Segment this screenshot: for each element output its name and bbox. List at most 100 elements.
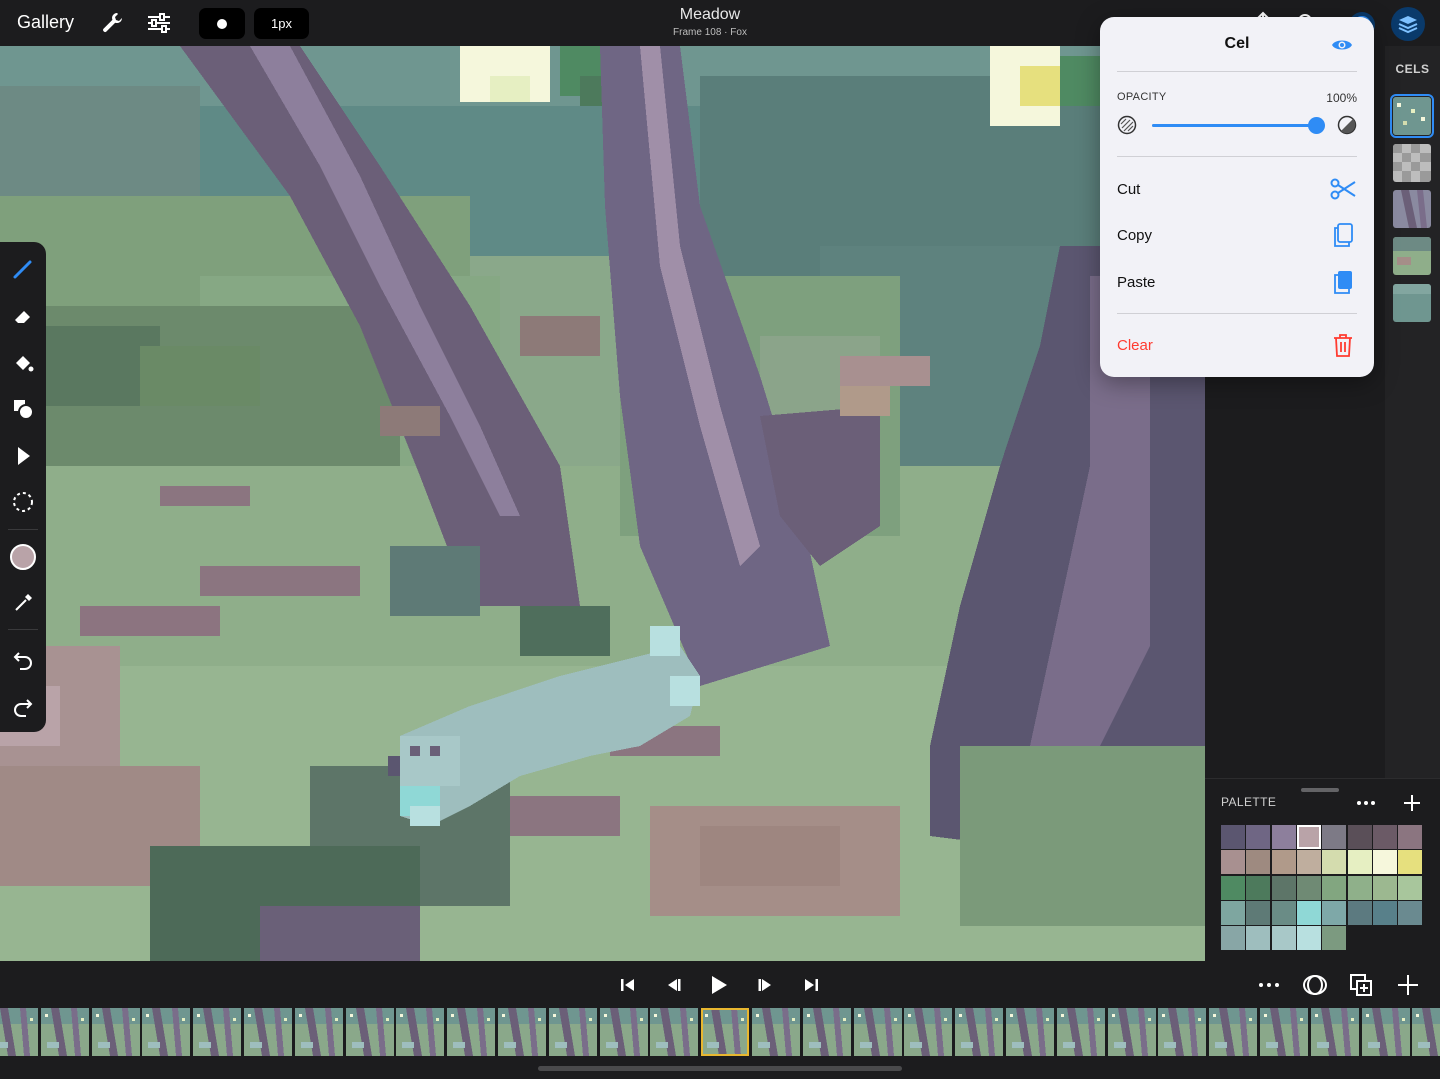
- selection-icon[interactable]: [9, 488, 37, 516]
- timeline-frame[interactable]: [955, 1008, 1003, 1056]
- palette-swatch[interactable]: [1246, 876, 1270, 900]
- timeline-frame[interactable]: [1158, 1008, 1206, 1056]
- palette-swatch[interactable]: [1348, 876, 1372, 900]
- timeline-frame[interactable]: [142, 1008, 190, 1056]
- drawing-canvas[interactable]: [0, 46, 1205, 961]
- move-icon[interactable]: [9, 442, 37, 470]
- timeline-frame[interactable]: [0, 1008, 38, 1056]
- timeline-frame[interactable]: [549, 1008, 597, 1056]
- opacity-slider[interactable]: [1152, 117, 1325, 134]
- palette-swatch[interactable]: [1297, 825, 1321, 849]
- palette-swatch[interactable]: [1272, 850, 1296, 874]
- palette-swatch[interactable]: [1221, 850, 1245, 874]
- palette-swatch[interactable]: [1221, 825, 1245, 849]
- palette-swatch[interactable]: [1348, 850, 1372, 874]
- timeline-frame[interactable]: [396, 1008, 444, 1056]
- undo-icon[interactable]: [9, 645, 37, 673]
- timeline-frame[interactable]: [1311, 1008, 1359, 1056]
- timeline-frame[interactable]: [803, 1008, 851, 1056]
- timeline-frame[interactable]: [1006, 1008, 1054, 1056]
- add-frame-icon[interactable]: [1395, 972, 1421, 998]
- opacity-slider-knob[interactable]: [1308, 117, 1325, 134]
- timeline-frame[interactable]: [701, 1008, 749, 1056]
- timeline-frame[interactable]: [600, 1008, 648, 1056]
- skip-start-icon[interactable]: [615, 973, 639, 997]
- timeline-frame[interactable]: [650, 1008, 698, 1056]
- palette-swatch[interactable]: [1272, 876, 1296, 900]
- palette-swatch[interactable]: [1322, 825, 1346, 849]
- timeline-frame[interactable]: [1108, 1008, 1156, 1056]
- timeline-frame[interactable]: [752, 1008, 800, 1056]
- palette-swatch[interactable]: [1246, 825, 1270, 849]
- palette-swatch[interactable]: [1221, 926, 1245, 950]
- palette-swatch[interactable]: [1297, 926, 1321, 950]
- pencil-icon[interactable]: [9, 255, 37, 283]
- eye-icon[interactable]: [1330, 35, 1354, 55]
- timeline-frame[interactable]: [92, 1008, 140, 1056]
- more-icon[interactable]: [1354, 791, 1378, 815]
- cel-thumb[interactable]: [1393, 190, 1431, 228]
- eyedropper-icon[interactable]: [9, 589, 37, 617]
- palette-swatch[interactable]: [1246, 926, 1270, 950]
- palette-drag-handle[interactable]: [1301, 788, 1339, 792]
- timeline-frame[interactable]: [498, 1008, 546, 1056]
- palette-swatch[interactable]: [1398, 825, 1422, 849]
- palette-swatch[interactable]: [1322, 901, 1346, 925]
- timeline-frame[interactable]: [854, 1008, 902, 1056]
- timeline-frame[interactable]: [346, 1008, 394, 1056]
- palette-swatch[interactable]: [1398, 850, 1422, 874]
- palette-swatch[interactable]: [1373, 850, 1397, 874]
- palette-swatch[interactable]: [1322, 926, 1346, 950]
- play-icon[interactable]: [706, 973, 730, 997]
- palette-swatch[interactable]: [1221, 876, 1245, 900]
- timeline-frame[interactable]: [1362, 1008, 1410, 1056]
- palette-swatch[interactable]: [1246, 901, 1270, 925]
- cel-thumb[interactable]: [1393, 284, 1431, 322]
- palette-swatch[interactable]: [1348, 825, 1372, 849]
- gallery-button[interactable]: Gallery: [17, 12, 74, 33]
- palette-swatch[interactable]: [1246, 850, 1270, 874]
- copy-menu-item[interactable]: Copy: [1117, 217, 1357, 253]
- palette-swatch[interactable]: [1398, 901, 1422, 925]
- palette-swatch[interactable]: [1322, 876, 1346, 900]
- palette-swatch[interactable]: [1373, 825, 1397, 849]
- timeline-frame[interactable]: [1209, 1008, 1257, 1056]
- adjustments-icon[interactable]: [146, 10, 172, 36]
- fill-icon[interactable]: [9, 349, 37, 377]
- palette-swatch[interactable]: [1348, 901, 1372, 925]
- paste-menu-item[interactable]: Paste: [1117, 264, 1357, 300]
- palette-swatch[interactable]: [1221, 901, 1245, 925]
- add-color-icon[interactable]: [1400, 791, 1424, 815]
- timeline-frame[interactable]: [1057, 1008, 1105, 1056]
- brush-dot-button[interactable]: [199, 8, 245, 39]
- wrench-icon[interactable]: [100, 10, 126, 36]
- palette-swatch[interactable]: [1373, 876, 1397, 900]
- palette-swatch[interactable]: [1322, 850, 1346, 874]
- palette-swatch[interactable]: [1272, 825, 1296, 849]
- cut-menu-item[interactable]: Cut: [1117, 171, 1357, 207]
- redo-icon[interactable]: [9, 692, 37, 720]
- palette-swatch[interactable]: [1398, 876, 1422, 900]
- color-swatch-icon[interactable]: [9, 543, 37, 571]
- prev-frame-icon[interactable]: [662, 973, 686, 997]
- timeline-frame[interactable]: [244, 1008, 292, 1056]
- next-frame-icon[interactable]: [753, 973, 777, 997]
- timeline-frame[interactable]: [904, 1008, 952, 1056]
- palette-swatch[interactable]: [1297, 901, 1321, 925]
- document-title-area[interactable]: Meadow Frame 108 · Fox: [560, 6, 860, 38]
- palette-swatch[interactable]: [1272, 926, 1296, 950]
- eraser-icon[interactable]: [9, 302, 37, 330]
- layers-button[interactable]: [1391, 7, 1425, 41]
- timeline-frame[interactable]: [41, 1008, 89, 1056]
- cel-thumb[interactable]: [1393, 237, 1431, 275]
- timeline-frame[interactable]: [1412, 1008, 1440, 1056]
- palette-swatch[interactable]: [1297, 850, 1321, 874]
- onion-skin-icon[interactable]: [1302, 972, 1328, 998]
- cel-thumb[interactable]: [1393, 144, 1431, 182]
- more-icon[interactable]: [1256, 972, 1282, 998]
- timeline-frame[interactable]: [295, 1008, 343, 1056]
- palette-swatch[interactable]: [1297, 876, 1321, 900]
- timeline-frame[interactable]: [193, 1008, 241, 1056]
- timeline-frame[interactable]: [447, 1008, 495, 1056]
- timeline-frame[interactable]: [1260, 1008, 1308, 1056]
